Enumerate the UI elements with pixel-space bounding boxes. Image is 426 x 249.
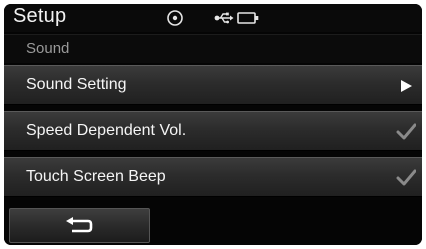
- setup-screen: Setup Sound Sound Setting Speed Dependen: [4, 4, 422, 245]
- menu-item-label: Speed Dependent Vol.: [26, 122, 187, 139]
- disc-icon: [167, 10, 183, 26]
- chevron-right-icon: [401, 80, 412, 92]
- menu-item-label: Touch Screen Beep: [26, 168, 166, 185]
- back-arrow-icon: [66, 217, 93, 233]
- section-header: Sound: [4, 34, 422, 63]
- section-title: Sound: [26, 40, 70, 57]
- back-button[interactable]: [9, 208, 150, 243]
- checkmark-icon[interactable]: [396, 168, 416, 188]
- battery-icon: [237, 12, 259, 24]
- menu-item-label: Sound Setting: [26, 76, 127, 93]
- usb-icon: [214, 12, 234, 24]
- page-title: Setup: [13, 5, 67, 27]
- header-bar: Setup: [4, 4, 422, 32]
- footer-bar: [4, 206, 422, 245]
- sound-setting-item[interactable]: Sound Setting: [4, 65, 422, 105]
- speed-dependent-vol-item[interactable]: Speed Dependent Vol.: [4, 111, 422, 151]
- touch-screen-beep-item[interactable]: Touch Screen Beep: [4, 157, 422, 197]
- checkmark-icon[interactable]: [396, 122, 416, 142]
